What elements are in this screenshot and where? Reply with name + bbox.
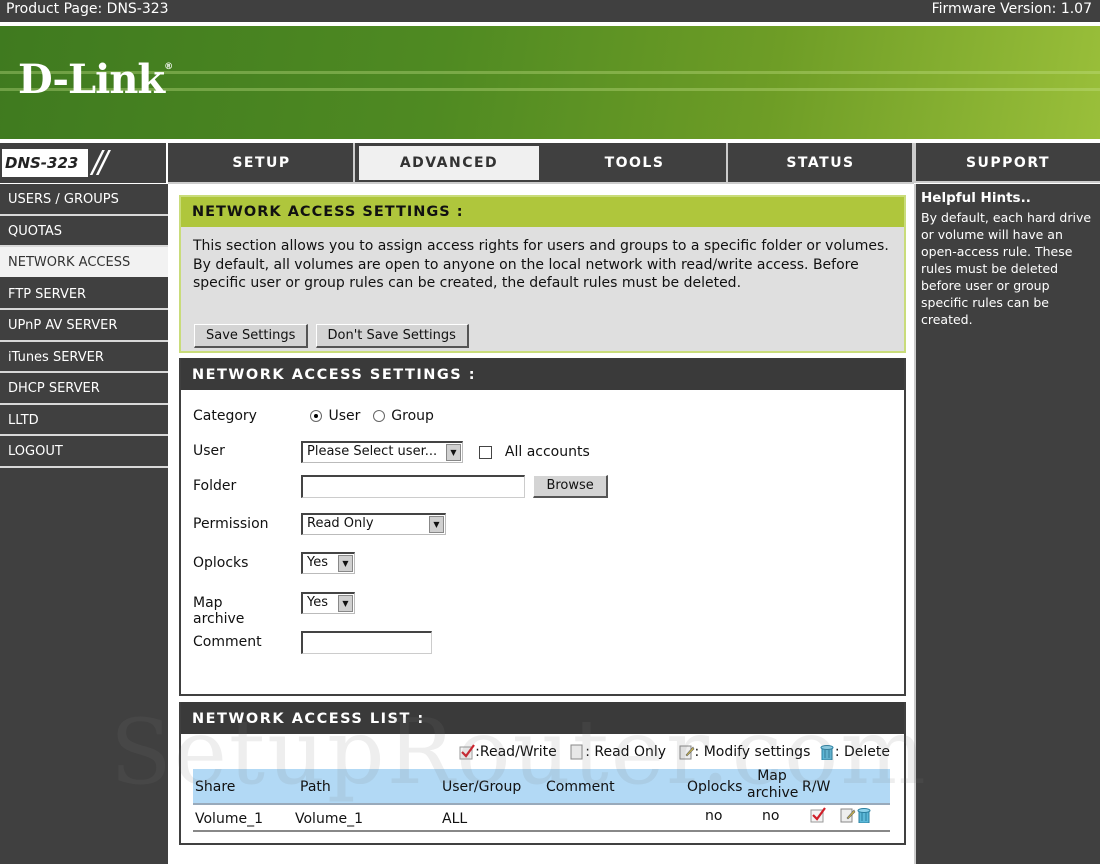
comment-label: Comment (193, 634, 262, 650)
tab-tools[interactable]: TOOLS (543, 143, 728, 183)
icon-legend: :Read/Write : Read Only : Modify setting… (459, 744, 890, 760)
read-write-icon (459, 744, 476, 760)
folder-input[interactable] (301, 475, 525, 498)
section-title: NETWORK ACCESS LIST : (181, 702, 904, 734)
all-accounts-label: All accounts (504, 444, 590, 460)
all-accounts-checkbox[interactable] (479, 445, 493, 459)
firmware-version: Firmware Version: 1.07 (931, 1, 1092, 17)
oplocks-select-value: Yes (307, 555, 328, 570)
column-header-comment: Comment (546, 779, 615, 795)
tab-status[interactable]: STATUS (729, 143, 914, 183)
chevron-down-icon: ▼ (338, 595, 353, 612)
permission-select-value: Read Only (307, 516, 374, 531)
table-header: Share Path User/Group Comment Oplocks Ma… (193, 768, 890, 805)
chevron-down-icon: ▼ (338, 555, 353, 572)
tab-advanced[interactable]: ADVANCED (356, 143, 542, 183)
oplocks-select[interactable]: Yes ▼ (301, 552, 355, 574)
user-select[interactable]: Please Select user... ▼ (301, 441, 463, 463)
map-archive-select-value: Yes (307, 595, 328, 610)
trash-icon (820, 745, 834, 760)
browse-button[interactable]: Browse (533, 475, 608, 498)
tab-support[interactable]: SUPPORT (914, 143, 1100, 183)
logo-text: D-Link (18, 56, 165, 103)
sidebar: USERS / GROUPS QUOTAS NETWORK ACCESS FTP… (0, 184, 168, 864)
user-select-value: Please Select user... (307, 444, 438, 459)
legend-read-write: :Read/Write (475, 744, 557, 760)
folder-label: Folder (193, 478, 237, 494)
permission-label: Permission (193, 516, 269, 532)
model-slashes: // (92, 145, 108, 180)
brand-banner: D-Link® (0, 26, 1100, 139)
hints-title: Helpful Hints.. (921, 190, 1031, 206)
map-archive-select[interactable]: Yes ▼ (301, 592, 355, 614)
save-settings-button[interactable]: Save Settings (194, 324, 309, 348)
product-page-label: Product Page: DNS-323 (6, 1, 169, 17)
table-row: Volume_1 Volume_1 ALL no no (193, 805, 890, 832)
dlink-logo: D-Link® (18, 56, 173, 103)
legend-read-only: : Read Only (585, 744, 667, 760)
settings-section: NETWORK ACCESS SETTINGS : Category User … (179, 358, 906, 696)
column-header-map-archive: Map archive (747, 768, 799, 801)
cell-user-group: ALL (442, 811, 468, 827)
sidebar-item-logout[interactable]: LOGOUT (0, 436, 168, 468)
tab-setup[interactable]: SETUP (170, 143, 355, 183)
sidebar-item-quotas[interactable]: QUOTAS (0, 216, 168, 247)
column-header-path: Path (300, 779, 331, 795)
top-bar: Product Page: DNS-323 Firmware Version: … (0, 0, 1100, 22)
sidebar-item-dhcp-server[interactable]: DHCP SERVER (0, 373, 168, 405)
sidebar-item-itunes-server[interactable]: iTunes SERVER (0, 342, 168, 373)
user-label: User (193, 443, 225, 459)
model-badge: DNS-323 // (0, 143, 168, 183)
read-only-icon (570, 744, 583, 760)
column-header-oplocks: Oplocks (687, 779, 743, 795)
sidebar-item-ftp-server[interactable]: FTP SERVER (0, 279, 168, 310)
cell-map-archive: no (762, 808, 780, 824)
access-list-section: NETWORK ACCESS LIST : :Read/Write : Read… (179, 702, 906, 845)
sidebar-item-users-groups[interactable]: USERS / GROUPS (0, 184, 168, 216)
dont-save-settings-button[interactable]: Don't Save Settings (315, 324, 469, 348)
cell-oplocks: no (705, 808, 723, 824)
intro-section: NETWORK ACCESS SETTINGS : This section a… (179, 195, 906, 353)
cell-share: Volume_1 (195, 811, 263, 827)
comment-input[interactable] (301, 631, 432, 654)
model-name: DNS-323 (2, 149, 88, 177)
legend-delete: : Delete (834, 744, 890, 760)
category-group-radio[interactable] (372, 410, 385, 422)
cell-actions (840, 807, 872, 823)
map-archive-label: Map archive (193, 595, 245, 627)
chevron-down-icon: ▼ (429, 516, 444, 533)
category-label: Category (193, 408, 257, 424)
cell-path: Volume_1 (295, 811, 363, 827)
sidebar-item-upnp-av-server[interactable]: UPnP AV SERVER (0, 310, 168, 342)
edit-icon[interactable] (840, 807, 856, 823)
intro-description: This section allows you to assign access… (193, 238, 889, 291)
oplocks-label: Oplocks (193, 555, 249, 571)
permission-select[interactable]: Read Only ▼ (301, 513, 446, 535)
hints-text: By default, each hard drive or volume wi… (921, 210, 1092, 327)
chevron-down-icon: ▼ (446, 444, 461, 461)
main-content: NETWORK ACCESS SETTINGS : This section a… (170, 184, 914, 864)
section-title: NETWORK ACCESS SETTINGS : (181, 197, 904, 227)
cell-rw (810, 807, 826, 823)
section-title: NETWORK ACCESS SETTINGS : (181, 358, 904, 390)
modify-settings-icon (679, 745, 694, 760)
column-header-rw: R/W (802, 779, 831, 795)
legend-modify: : Modify settings (694, 744, 811, 760)
column-header-share: Share (195, 779, 236, 795)
column-header-user-group: User/Group (442, 779, 522, 795)
sidebar-item-lltd[interactable]: LLTD (0, 405, 168, 436)
sidebar-item-network-access[interactable]: NETWORK ACCESS (0, 247, 168, 279)
delete-icon[interactable] (856, 807, 872, 823)
category-user-radio[interactable] (310, 410, 322, 422)
read-write-icon (810, 807, 826, 823)
helpful-hints-panel: Helpful Hints.. By default, each hard dr… (914, 184, 1100, 864)
registered-mark: ® (164, 62, 173, 72)
category-user-label: User (328, 408, 361, 424)
category-group-label: Group (391, 408, 434, 424)
